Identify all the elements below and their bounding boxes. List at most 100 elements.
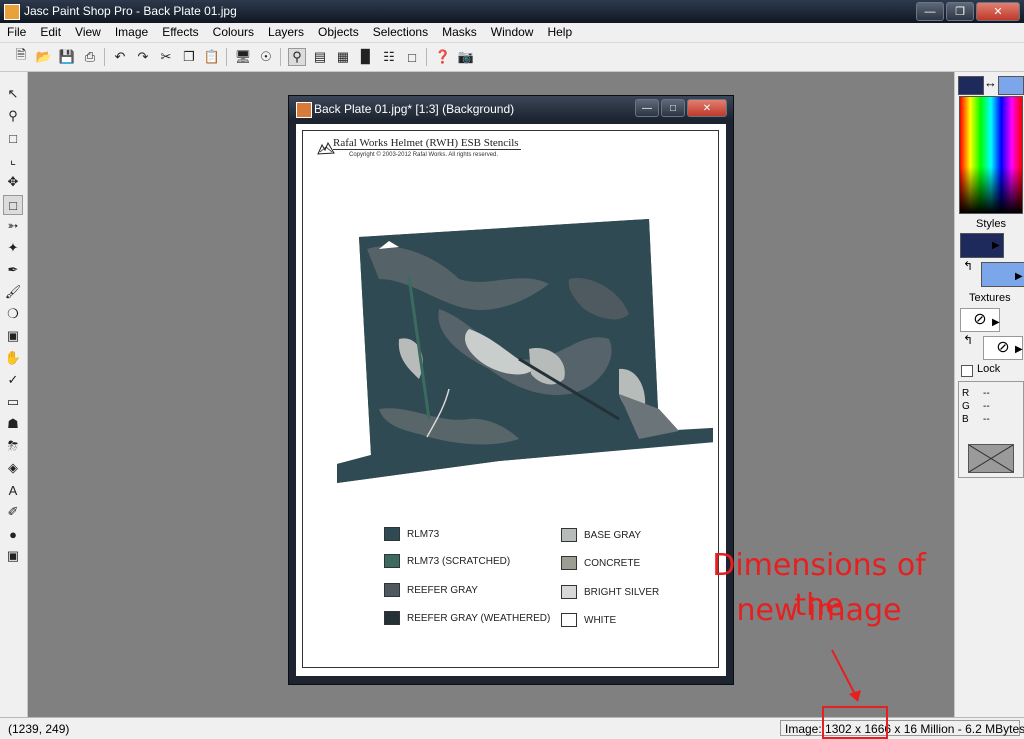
tool-options-icon[interactable]: ▤	[311, 48, 329, 66]
colour-spectrum[interactable]	[959, 96, 1023, 214]
tool-palette: ↖ ⚲ □ ⌞ ✥ □ ➳ ✦ ✒ 🖌 ❍ ▣ ✋ ✓ ▭ ☗ ⛈ ◈ A ✐ …	[0, 72, 28, 717]
menu-effects[interactable]: Effects	[155, 23, 205, 42]
camera-icon[interactable]: 📷	[457, 48, 475, 66]
doc-close-button[interactable]: ✕	[687, 99, 727, 117]
swatch-concrete	[561, 556, 577, 570]
window-palette-icon[interactable]: □	[403, 48, 421, 66]
stencil-heading: Rafal Works Helmet (RWH) ESB Stencils	[333, 137, 521, 150]
print-icon[interactable]: ⎙	[81, 48, 99, 66]
window-title: Jasc Paint Shop Pro - Back Plate 01.jpg	[24, 4, 237, 18]
clone-brush-icon[interactable]: ❍	[4, 305, 22, 323]
menu-window[interactable]: Window	[484, 23, 541, 42]
document-title: Back Plate 01.jpg* [1:3] (Background)	[314, 102, 515, 116]
swatch-rlm73	[384, 527, 400, 541]
annotation-arrow	[831, 649, 861, 702]
colour-palette-icon[interactable]: ▦	[334, 48, 352, 66]
style-arrow-icon[interactable]: ▶	[1015, 271, 1023, 282]
colour-replacer-icon[interactable]: ▣	[4, 327, 22, 345]
swatch-reefer-gray	[384, 583, 400, 597]
document-icon	[296, 102, 312, 118]
scratch-remover-icon[interactable]: ✓	[4, 371, 22, 389]
save-icon[interactable]: 💾	[58, 48, 76, 66]
copy-icon[interactable]: ❐	[180, 48, 198, 66]
flood-fill-icon[interactable]: ◈	[4, 459, 22, 477]
legend-label: BASE GRAY	[584, 530, 642, 541]
menu-edit[interactable]: Edit	[33, 23, 68, 42]
legend-label: REEFER GRAY	[407, 585, 478, 596]
menu-view[interactable]: View	[68, 23, 108, 42]
menu-image[interactable]: Image	[108, 23, 155, 42]
picture-tube-icon[interactable]: ☗	[4, 415, 22, 433]
deform-icon[interactable]: □	[4, 129, 22, 147]
blue-value: --	[983, 414, 990, 425]
magic-wand-icon[interactable]: ✦	[4, 239, 22, 257]
close-button[interactable]: ✕	[976, 2, 1020, 21]
document-title-bar[interactable]: Back Plate 01.jpg* [1:3] (Background) — …	[289, 96, 733, 122]
selection-icon[interactable]: □	[3, 195, 23, 215]
swatch-white	[561, 613, 577, 627]
image-info-panel: Image: 1302 x 1666 x 16 Million - 6.2 MB…	[780, 720, 1024, 736]
preset-shapes-icon[interactable]: ●	[4, 525, 22, 543]
move-icon[interactable]: ✥	[4, 173, 22, 191]
vector-object-icon[interactable]: ▣	[4, 547, 22, 565]
no-colour-preview	[968, 444, 1014, 473]
annotation-line2: new image	[736, 593, 902, 628]
pointer-icon[interactable]: ↖	[4, 85, 22, 103]
airbrush-icon[interactable]: ⛈	[4, 437, 22, 455]
menu-help[interactable]: Help	[540, 23, 579, 42]
eraser-icon[interactable]: ▭	[4, 393, 22, 411]
background-swatch[interactable]	[998, 76, 1024, 95]
swatch-rlm73-scratched	[384, 554, 400, 568]
rgb-readout: R -- G -- B --	[958, 381, 1024, 478]
redo-icon[interactable]: ↷	[134, 48, 152, 66]
paint-brush-icon[interactable]: 🖌	[4, 283, 22, 301]
doc-maximize-button[interactable]: □	[661, 99, 685, 117]
swap-colours-icon[interactable]: ↔	[984, 75, 997, 90]
texture-arrow-icon[interactable]: ▶	[992, 317, 1000, 328]
blue-label: B	[962, 414, 969, 425]
foreground-swatch[interactable]	[958, 76, 984, 95]
menu-file[interactable]: File	[0, 23, 33, 42]
style-arrow-icon[interactable]: ▶	[992, 240, 1000, 251]
main-toolbar: 🗎 📂 💾 ⎙ ↶ ↷ ✂ ❐ 📋 🖥 ☉ ⚲ ▤ ▦ ▉ ☷ □ ❓ 📷	[0, 43, 1024, 72]
swatch-base-gray	[561, 528, 577, 542]
texture-arrow-icon[interactable]: ▶	[1015, 344, 1023, 355]
paste-icon[interactable]: 📋	[203, 48, 221, 66]
lock-checkbox[interactable]	[961, 365, 973, 377]
title-bar: Jasc Paint Shop Pro - Back Plate 01.jpg …	[0, 0, 1024, 23]
texture-swap-icon[interactable]: ↰	[963, 333, 973, 347]
new-file-icon[interactable]: 🗎	[12, 47, 30, 66]
overview-icon[interactable]: ⚲	[288, 48, 306, 66]
annotation-box	[822, 706, 888, 739]
freehand-icon[interactable]: ➳	[4, 217, 22, 235]
context-help-icon[interactable]: ❓	[434, 48, 452, 66]
menu-colours[interactable]: Colours	[206, 23, 261, 42]
camouflage-plate	[337, 219, 713, 483]
zoom-icon[interactable]: ⚲	[4, 107, 22, 125]
open-folder-icon[interactable]: 📂	[35, 48, 53, 66]
restore-button[interactable]: ❐	[946, 2, 974, 21]
draw-icon[interactable]: ✐	[4, 503, 22, 521]
menu-selections[interactable]: Selections	[366, 23, 435, 42]
crop-icon[interactable]: ⌞	[4, 151, 22, 169]
menu-objects[interactable]: Objects	[311, 23, 366, 42]
retouch-icon[interactable]: ✋	[4, 349, 22, 367]
undo-icon[interactable]: ↶	[111, 48, 129, 66]
lock-label: Lock	[977, 363, 1001, 375]
colour-palette-panel: ↔ Styles ▶ ↰ ▶ Textures ⊘ ▶ ↰ ⊘ ▶ Lock R…	[954, 72, 1024, 717]
dropper-icon[interactable]: ✒	[4, 261, 22, 279]
cut-icon[interactable]: ✂	[157, 48, 175, 66]
style-swap-icon[interactable]: ↰	[963, 259, 973, 273]
image-canvas[interactable]: Rafal Works Helmet (RWH) ESB Stencils Co…	[296, 124, 726, 676]
doc-minimize-button[interactable]: —	[635, 99, 659, 117]
histogram-icon[interactable]: ▉	[357, 48, 375, 66]
browse-icon[interactable]: ☉	[257, 48, 275, 66]
layer-palette-icon[interactable]: ☷	[380, 48, 398, 66]
text-icon[interactable]: A	[4, 481, 22, 499]
legend-label: CONCRETE	[584, 558, 641, 569]
document-window: Back Plate 01.jpg* [1:3] (Background) — …	[288, 95, 734, 685]
menu-layers[interactable]: Layers	[261, 23, 311, 42]
menu-masks[interactable]: Masks	[435, 23, 484, 42]
screen-capture-icon[interactable]: 🖥	[234, 48, 252, 66]
minimize-button[interactable]: —	[916, 2, 944, 21]
